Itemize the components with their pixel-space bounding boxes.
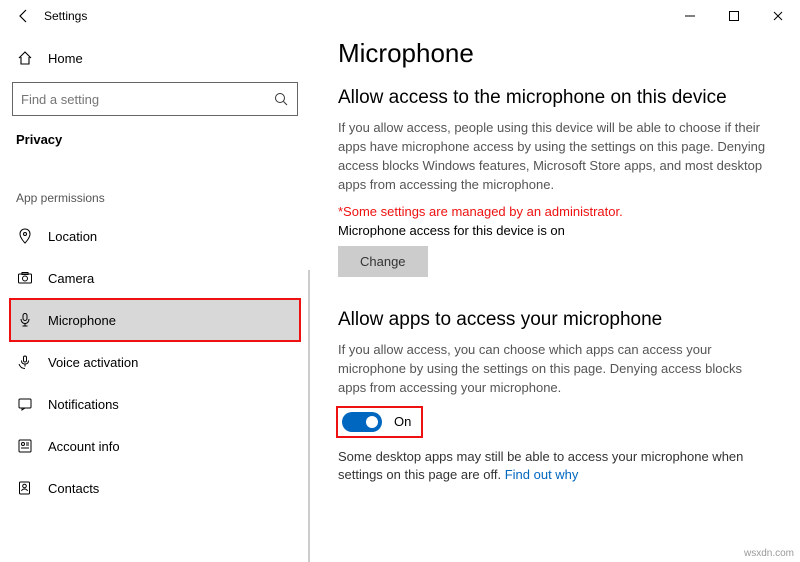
- section2-footer: Some desktop apps may still be able to a…: [338, 448, 768, 484]
- page-title: Microphone: [338, 38, 782, 69]
- find-out-why-link[interactable]: Find out why: [505, 467, 579, 482]
- section2-heading: Allow apps to access your microphone: [338, 309, 782, 331]
- sidebar-item-contacts[interactable]: Contacts: [10, 467, 300, 509]
- sidebar-item-location[interactable]: Location: [10, 215, 300, 257]
- section1-desc: If you allow access, people using this d…: [338, 119, 768, 194]
- back-button[interactable]: [6, 8, 42, 24]
- apps-access-toggle-row: On: [338, 408, 421, 436]
- section2-desc: If you allow access, you can choose whic…: [338, 341, 768, 398]
- microphone-icon: [16, 312, 34, 328]
- section-label: App permissions: [10, 185, 300, 215]
- sidebar-item-label: Location: [48, 229, 97, 244]
- sidebar-item-label: Account info: [48, 439, 120, 454]
- close-button[interactable]: [756, 0, 800, 32]
- home-icon: [16, 50, 34, 66]
- window-controls: [668, 0, 800, 32]
- apps-access-toggle[interactable]: [342, 412, 382, 432]
- watermark: wsxdn.com: [744, 548, 794, 559]
- nav-home[interactable]: Home: [10, 40, 300, 76]
- voice-activation-icon: [16, 354, 34, 370]
- sidebar-item-microphone[interactable]: Microphone: [10, 299, 300, 341]
- toggle-knob: [366, 416, 378, 428]
- account-info-icon: [16, 438, 34, 454]
- search-icon: [273, 91, 289, 107]
- notifications-icon: [16, 396, 34, 412]
- sidebar-item-label: Voice activation: [48, 355, 138, 370]
- toggle-state-label: On: [394, 414, 411, 429]
- sidebar-item-voice-activation[interactable]: Voice activation: [10, 341, 300, 383]
- admin-note: *Some settings are managed by an adminis…: [338, 204, 782, 219]
- device-access-status: Microphone access for this device is on: [338, 223, 782, 238]
- category-label: Privacy: [10, 126, 300, 161]
- main-content: Microphone Allow access to the microphon…: [310, 32, 800, 562]
- sidebar: Home Privacy App permissions Location Ca…: [0, 32, 310, 562]
- sidebar-item-label: Microphone: [48, 313, 116, 328]
- sidebar-item-account-info[interactable]: Account info: [10, 425, 300, 467]
- sidebar-item-label: Camera: [48, 271, 94, 286]
- sidebar-item-label: Contacts: [48, 481, 99, 496]
- sidebar-item-camera[interactable]: Camera: [10, 257, 300, 299]
- search-input[interactable]: [21, 92, 273, 107]
- nav-home-label: Home: [48, 51, 83, 66]
- change-button[interactable]: Change: [338, 246, 428, 277]
- search-box[interactable]: [12, 82, 298, 116]
- section1-heading: Allow access to the microphone on this d…: [338, 87, 782, 109]
- sidebar-item-notifications[interactable]: Notifications: [10, 383, 300, 425]
- camera-icon: [16, 270, 34, 286]
- contacts-icon: [16, 480, 34, 496]
- maximize-button[interactable]: [712, 0, 756, 32]
- window-title: Settings: [44, 9, 87, 23]
- minimize-button[interactable]: [668, 0, 712, 32]
- sidebar-item-label: Notifications: [48, 397, 119, 412]
- location-icon: [16, 228, 34, 244]
